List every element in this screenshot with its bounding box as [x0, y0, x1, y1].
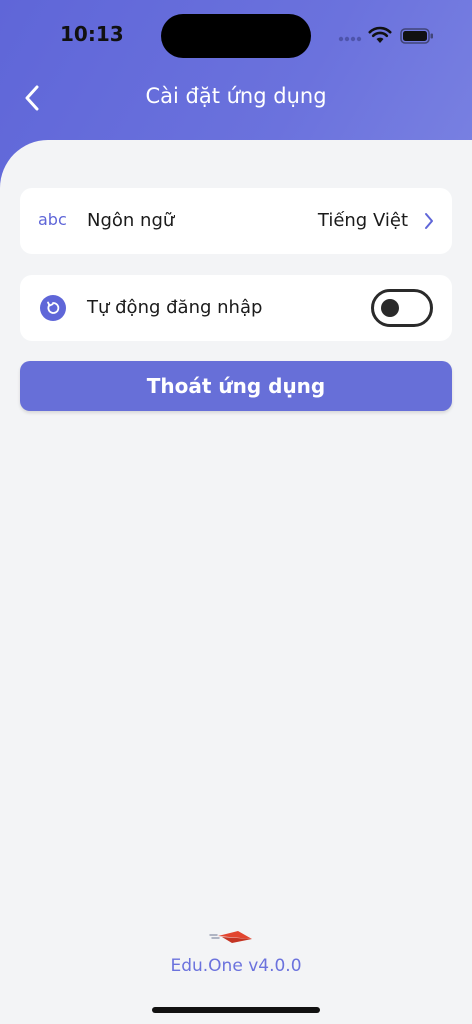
- paper-plane-logo-icon: [209, 931, 252, 943]
- refresh-icon: [40, 295, 66, 321]
- signal-icon: [338, 36, 362, 42]
- chevron-right-icon: [425, 213, 433, 229]
- status-time: 10:13: [60, 22, 124, 46]
- page-title: Cài đặt ứng dụng: [145, 84, 327, 108]
- settings-content: abc Ngôn ngữ Tiếng Việt Tự động đăng nhậ…: [0, 140, 472, 1024]
- navigation-bar: Cài đặt ứng dụng: [0, 70, 472, 126]
- auto-login-toggle[interactable]: [371, 289, 433, 327]
- home-indicator[interactable]: [152, 1007, 320, 1013]
- language-label: Ngôn ngữ: [87, 210, 175, 231]
- language-setting-row[interactable]: abc Ngôn ngữ Tiếng Việt: [20, 188, 452, 254]
- language-value: Tiếng Việt: [317, 210, 408, 231]
- status-bar: 10:13: [0, 0, 472, 70]
- app-version: Edu.One v4.0.0: [170, 956, 302, 976]
- toggle-knob: [381, 299, 399, 317]
- battery-icon: [400, 28, 433, 44]
- auto-login-setting-row: Tự động đăng nhập: [20, 275, 452, 341]
- auto-login-label: Tự động đăng nhập: [87, 297, 263, 318]
- abc-icon: abc: [38, 210, 67, 229]
- dynamic-island: [161, 14, 311, 58]
- logout-button[interactable]: Thoát ứng dụng: [20, 361, 452, 411]
- wifi-icon: [368, 26, 392, 43]
